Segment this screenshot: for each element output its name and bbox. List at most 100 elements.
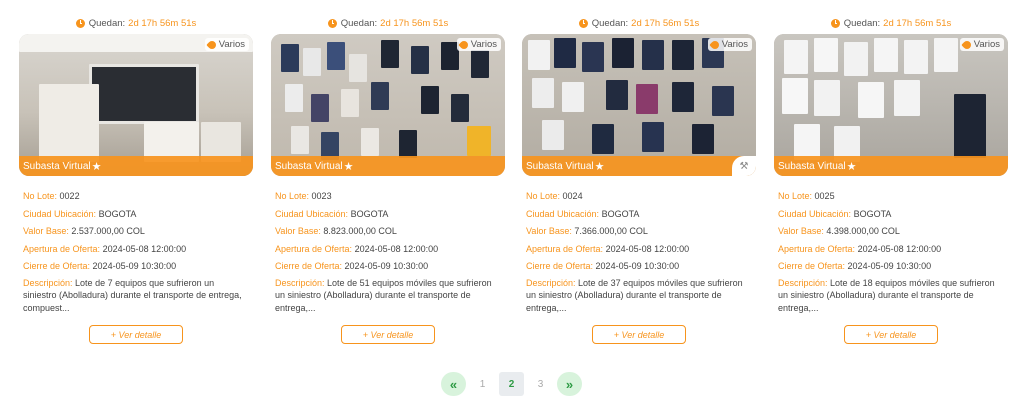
field-value: 0024 [562, 191, 583, 201]
auction-type-band: Subasta Virtual ★ [774, 156, 1008, 176]
tag-icon [206, 38, 218, 51]
tag-icon [961, 38, 973, 51]
lot-number: No Lote: 0024 [526, 188, 752, 206]
lot-base-value: Valor Base: 7.366.000,00 COL [526, 223, 752, 241]
lot-description: Descripción: Lote de 18 equipos móviles … [778, 277, 1004, 315]
clock-icon [327, 18, 337, 28]
lot-photo[interactable]: Varios Subasta Virtual ★ [271, 34, 505, 176]
field-value: BOGOTA [350, 208, 389, 219]
category-tag: Varios [204, 38, 249, 51]
field-value: 0023 [311, 191, 332, 201]
field-label: No Lote: [275, 191, 310, 201]
field-value: 0022 [59, 191, 80, 201]
lot-description: Descripción: Lote de 37 equipos móviles … [526, 277, 752, 315]
page-link-3[interactable]: 3 [528, 372, 553, 396]
auction-card-0024: Quedan: 2d 17h 56m 51s Varios Subasta Vi… [522, 0, 756, 344]
lot-opening: Apertura de Oferta: 2024-05-08 12:00:00 [23, 241, 249, 259]
category-tag: Varios [456, 38, 501, 51]
field-value: 2024-05-09 10:30:00 [92, 261, 177, 271]
lot-city: Ciudad Ubicación: BOGOTA [526, 206, 752, 224]
lot-photo[interactable]: Varios Subasta Virtual ★ [19, 34, 253, 176]
lot-base-value: Valor Base: 8.823.000,00 COL [275, 223, 501, 241]
auction-type-label: Subasta Virtual [526, 160, 594, 172]
auction-type-band: Subasta Virtual ★ [19, 156, 253, 176]
clock-icon [75, 18, 85, 28]
auction-card-0025: Quedan: 2d 17h 56m 51s Varios Subasta Vi… [774, 0, 1008, 344]
timer-label: Quedan: [340, 17, 378, 29]
field-label: Descripción: [275, 277, 325, 288]
category-label: Varios [721, 39, 748, 50]
field-value: 2.537.000,00 COL [71, 226, 145, 236]
page-link-1[interactable]: 1 [470, 372, 495, 396]
star-icon: ★ [846, 160, 857, 173]
field-value: 2024-05-09 10:30:00 [344, 261, 429, 271]
field-label: Valor Base: [526, 226, 572, 236]
view-detail-button[interactable]: + Ver detalle [89, 325, 183, 344]
view-detail-button[interactable]: + Ver detalle [592, 325, 686, 344]
auction-type-label: Subasta Virtual [23, 160, 91, 172]
field-label: Apertura de Oferta: [275, 243, 353, 254]
auction-type-label: Subasta Virtual [778, 160, 846, 172]
field-value: 7.366.000,00 COL [574, 226, 648, 236]
timer-value: 2d 17h 56m 51s [631, 17, 700, 29]
lot-closing: Cierre de Oferta: 2024-05-09 10:30:00 [526, 258, 752, 276]
field-label: No Lote: [526, 191, 561, 201]
field-label: Apertura de Oferta: [526, 243, 604, 254]
lot-opening: Apertura de Oferta: 2024-05-08 12:00:00 [778, 241, 1004, 259]
lot-opening: Apertura de Oferta: 2024-05-08 12:00:00 [526, 241, 752, 259]
view-detail-button[interactable]: + Ver detalle [341, 325, 435, 344]
lot-base-value: Valor Base: 4.398.000,00 COL [778, 223, 1004, 241]
field-label: Descripción: [23, 277, 73, 288]
field-label: Cierre de Oferta: [778, 261, 846, 271]
lot-details: No Lote: 0024 Ciudad Ubicación: BOGOTA V… [522, 176, 756, 314]
field-value: 2024-05-09 10:30:00 [847, 261, 932, 271]
lot-number: No Lote: 0025 [778, 188, 1004, 206]
field-label: Valor Base: [23, 226, 69, 236]
timer-label: Quedan: [843, 17, 881, 29]
category-tag: Varios [959, 38, 1004, 51]
auction-card-0023: Quedan: 2d 17h 56m 51s Varios Subasta Vi… [271, 0, 505, 344]
lot-details: No Lote: 0023 Ciudad Ubicación: BOGOTA V… [271, 176, 505, 314]
lot-photo[interactable]: Varios Subasta Virtual ★ [774, 34, 1008, 176]
field-value: 2024-05-08 12:00:00 [605, 243, 690, 254]
field-label: Descripción: [526, 277, 576, 288]
lot-photo[interactable]: Varios Subasta Virtual ★ ⚒ [522, 34, 756, 176]
lot-details: No Lote: 0022 Ciudad Ubicación: BOGOTA V… [19, 176, 253, 314]
category-label: Varios [470, 39, 497, 50]
tag-icon [709, 38, 721, 51]
star-icon: ★ [343, 160, 354, 173]
star-icon: ★ [91, 160, 102, 173]
hammer-icon: ⚒ [732, 156, 756, 176]
view-detail-button[interactable]: + Ver detalle [844, 325, 938, 344]
auction-type-label: Subasta Virtual [275, 160, 343, 172]
field-label: No Lote: [23, 191, 58, 201]
countdown-timer: Quedan: 2d 17h 56m 51s [774, 0, 1008, 34]
category-label: Varios [973, 39, 1000, 50]
lot-city: Ciudad Ubicación: BOGOTA [23, 206, 249, 224]
lot-opening: Apertura de Oferta: 2024-05-08 12:00:00 [275, 241, 501, 259]
clock-icon [830, 18, 840, 28]
auction-card-0022: Quedan: 2d 17h 56m 51s Varios Subasta Vi… [19, 0, 253, 344]
timer-label: Quedan: [591, 17, 629, 29]
double-chevron-right-icon[interactable]: » [557, 372, 582, 396]
field-value: 8.823.000,00 COL [323, 226, 397, 236]
countdown-timer: Quedan: 2d 17h 56m 51s [19, 0, 253, 34]
field-label: Cierre de Oferta: [23, 261, 91, 271]
double-chevron-left-icon[interactable]: « [441, 372, 466, 396]
timer-value: 2d 17h 56m 51s [883, 17, 952, 29]
field-label: Descripción: [778, 277, 828, 288]
lot-city: Ciudad Ubicación: BOGOTA [275, 206, 501, 224]
category-label: Varios [218, 39, 245, 50]
lot-number: No Lote: 0022 [23, 188, 249, 206]
field-value: 2024-05-08 12:00:00 [354, 243, 439, 254]
field-value: BOGOTA [853, 208, 892, 219]
field-label: Apertura de Oferta: [778, 243, 856, 254]
category-tag: Varios [707, 38, 752, 51]
auction-type-band: Subasta Virtual ★ [271, 156, 505, 176]
lot-closing: Cierre de Oferta: 2024-05-09 10:30:00 [23, 258, 249, 276]
field-label: Cierre de Oferta: [526, 261, 594, 271]
field-value: BOGOTA [98, 208, 137, 219]
page-link-2-current[interactable]: 2 [499, 372, 524, 396]
field-value: 4.398.000,00 COL [826, 226, 900, 236]
field-value: 2024-05-08 12:00:00 [857, 243, 942, 254]
